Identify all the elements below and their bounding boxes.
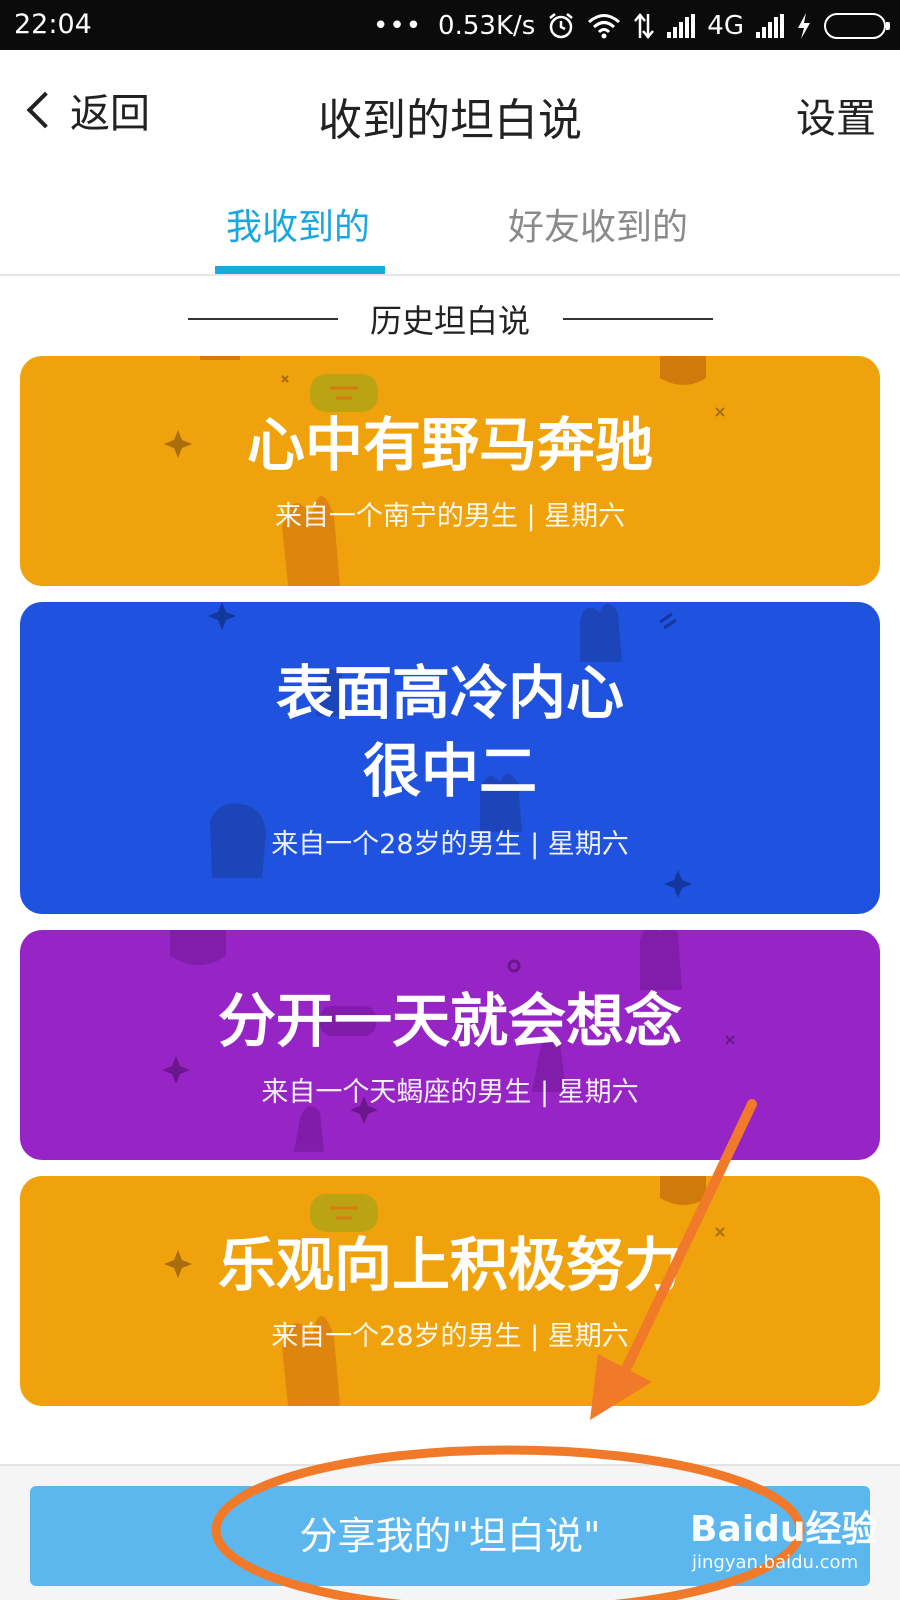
active-tab-indicator: [215, 266, 385, 274]
back-button[interactable]: 返回: [18, 80, 150, 140]
card-subtitle: 来自一个28岁的男生 | 星期六: [271, 1321, 629, 1352]
data-arrows-icon: [634, 13, 655, 39]
chevron-left-icon: [26, 91, 64, 129]
status-icons: ••• 0.53K/s 4G: [373, 9, 890, 43]
card-subtitle: 来自一个天蝎座的男生 | 星期六: [261, 1077, 639, 1108]
card-subtitle: 来自一个南宁的男生 | 星期六: [274, 501, 626, 532]
status-time: 22:04: [14, 9, 92, 40]
confession-card[interactable]: 心中有野马奔驰 来自一个南宁的男生 | 星期六: [20, 356, 880, 586]
card-title: 心中有野马奔驰: [246, 411, 653, 479]
card-subtitle: 来自一个28岁的男生 | 星期六: [271, 829, 629, 860]
share-button[interactable]: 分享我的"坦白说": [30, 1486, 870, 1586]
header: 返回 收到的坦白说 设置: [0, 50, 900, 180]
bottom-bar: 分享我的"坦白说": [0, 1464, 900, 1600]
card-title: 表面高冷内心: [275, 659, 624, 727]
tab-received-by-friends[interactable]: 好友收到的: [508, 198, 688, 250]
confession-card[interactable]: 乐观向上积极努力 来自一个28岁的男生 | 星期六: [20, 1176, 880, 1406]
section-header: 历史坦白说: [0, 292, 900, 342]
charging-icon: [798, 13, 810, 39]
confession-card[interactable]: 表面高冷内心 很中二 来自一个28岁的男生 | 星期六: [20, 602, 880, 914]
network-speed: 0.53K/s: [438, 11, 536, 41]
signal-icon: [667, 14, 696, 38]
status-bar: 22:04 ••• 0.53K/s 4G: [0, 0, 900, 50]
back-label: 返回: [70, 91, 150, 137]
alarm-icon: [549, 13, 574, 39]
battery-icon: [824, 13, 890, 39]
card-title: 很中二: [362, 737, 537, 805]
settings-button[interactable]: 设置: [796, 86, 876, 144]
more-dots: •••: [373, 11, 423, 41]
network-type: 4G: [707, 11, 744, 41]
wifi-icon: [588, 14, 621, 39]
card-title: 分开一天就会想念: [217, 987, 682, 1055]
card-title: 乐观向上积极努力: [217, 1231, 682, 1299]
signal-icon: [756, 14, 784, 38]
confession-card[interactable]: 分开一天就会想念 来自一个天蝎座的男生 | 星期六: [20, 930, 880, 1160]
section-title: 历史坦白说: [369, 302, 530, 340]
divider-line: [563, 318, 713, 320]
tab-received-by-me[interactable]: 我收到的: [226, 198, 370, 250]
tab-bar: 我收到的 好友收到的: [0, 180, 900, 276]
